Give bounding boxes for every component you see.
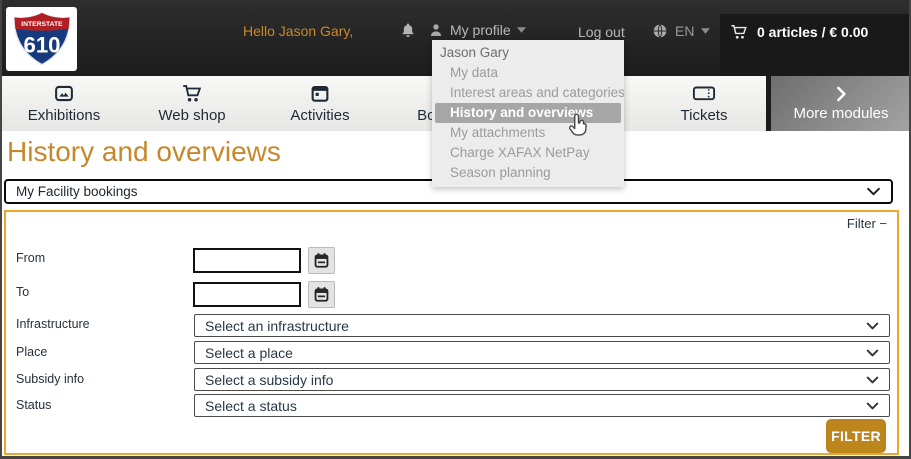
nav-label: Tickets (680, 107, 728, 124)
my-profile-menu-button[interactable]: My profile (428, 22, 526, 38)
infrastructure-select-value: Select an infrastructure (205, 317, 349, 334)
person-icon (430, 24, 442, 36)
to-date-input[interactable] (193, 282, 301, 307)
menu-item-my-attachments[interactable]: My attachments (432, 123, 624, 143)
status-select-value: Select a status (205, 397, 297, 414)
language-code: EN (675, 23, 695, 39)
nav-label: Exhibitions (27, 107, 101, 124)
module-nav-bar: Exhibitions Web shop Activities Bookings (0, 76, 766, 131)
image-icon (55, 85, 73, 102)
app-window: INTERSTATE 610 Hello Jason Gary, My prof… (0, 0, 911, 459)
facility-view-value: My Facility bookings (16, 184, 138, 199)
from-label: From (16, 251, 46, 265)
infrastructure-select[interactable]: Select an infrastructure (194, 314, 890, 337)
place-select[interactable]: Select a place (194, 341, 890, 364)
calendar-icon (314, 253, 329, 268)
menu-item-history-and-overviews[interactable]: History and overviews (435, 103, 621, 123)
bell-icon (402, 23, 414, 37)
subsidy-info-label: Subsidy info (16, 372, 85, 386)
infrastructure-label: Infrastructure (16, 317, 90, 331)
from-date-input[interactable] (193, 248, 301, 273)
calendar-icon (314, 287, 329, 302)
to-datepicker-button[interactable] (308, 281, 335, 308)
shop-cart-icon (183, 85, 202, 102)
chevron-down-icon (866, 322, 879, 329)
chevron-down-icon (701, 28, 711, 34)
menu-item-interest-areas[interactable]: Interest areas and categories (432, 83, 624, 103)
language-selector[interactable]: EN (652, 23, 711, 39)
chevron-down-icon (866, 349, 879, 356)
ticket-icon (692, 86, 716, 101)
page-title: History and overviews (7, 136, 281, 167)
nav-label: Activities (290, 107, 350, 124)
subsidy-info-select-value: Select a subsidy info (205, 371, 334, 388)
chevron-down-icon (866, 402, 879, 409)
from-datepicker-button[interactable] (308, 247, 335, 274)
nav-item-tickets[interactable]: Tickets (640, 76, 768, 131)
logo-top-text: INTERSTATE (21, 21, 63, 28)
place-select-value: Select a place (205, 344, 293, 361)
calendar-icon (311, 85, 329, 102)
menu-item-my-data[interactable]: My data (432, 63, 624, 83)
chevron-down-icon (867, 187, 880, 196)
chevron-down-icon (516, 27, 526, 33)
collapse-minus-icon: − (879, 216, 887, 231)
status-label: Status (16, 398, 52, 412)
menu-item-season-planning[interactable]: Season planning (432, 163, 624, 183)
nav-item-activities[interactable]: Activities (256, 76, 384, 131)
cart-summary-text: 0 articles / € 0.00 (757, 23, 869, 40)
my-profile-label: My profile (450, 22, 511, 38)
filter-collapse-toggle[interactable]: Filter − (847, 216, 887, 231)
menu-item-charge-xafax-netpay[interactable]: Charge XAFAX NetPay (432, 143, 624, 163)
filter-toggle-label: Filter (846, 216, 876, 231)
subsidy-info-select[interactable]: Select a subsidy info (194, 368, 890, 391)
menu-item-user-name[interactable]: Jason Gary (432, 43, 624, 63)
notifications-button[interactable] (399, 22, 417, 40)
filter-panel: Filter − From To Infrastructure Select a… (4, 210, 899, 455)
chevron-right-icon (837, 86, 846, 102)
cart-summary-button[interactable]: 0 articles / € 0.00 (720, 14, 911, 76)
site-logo[interactable]: INTERSTATE 610 (6, 7, 77, 71)
chevron-down-icon (866, 376, 879, 383)
greeting-text: Hello Jason Gary, (243, 23, 354, 39)
more-modules-label: More modules (793, 105, 889, 122)
nav-item-exhibitions[interactable]: Exhibitions (0, 76, 128, 131)
logout-button[interactable]: Log out (578, 24, 625, 40)
profile-dropdown-menu: Jason Gary My data Interest areas and ca… (432, 40, 624, 187)
globe-icon (653, 24, 667, 38)
interstate-shield-logo: INTERSTATE 610 (13, 12, 70, 66)
place-label: Place (16, 345, 48, 359)
nav-item-web-shop[interactable]: Web shop (128, 76, 256, 131)
hand-pointer-cursor (568, 113, 587, 136)
filter-submit-button[interactable]: FILTER (826, 419, 886, 453)
nav-label: Web shop (158, 107, 226, 124)
to-label: To (16, 285, 30, 299)
status-select[interactable]: Select a status (194, 394, 890, 417)
logo-number: 610 (23, 33, 60, 58)
more-modules-button[interactable]: More modules (771, 76, 911, 131)
cart-icon (731, 24, 747, 39)
